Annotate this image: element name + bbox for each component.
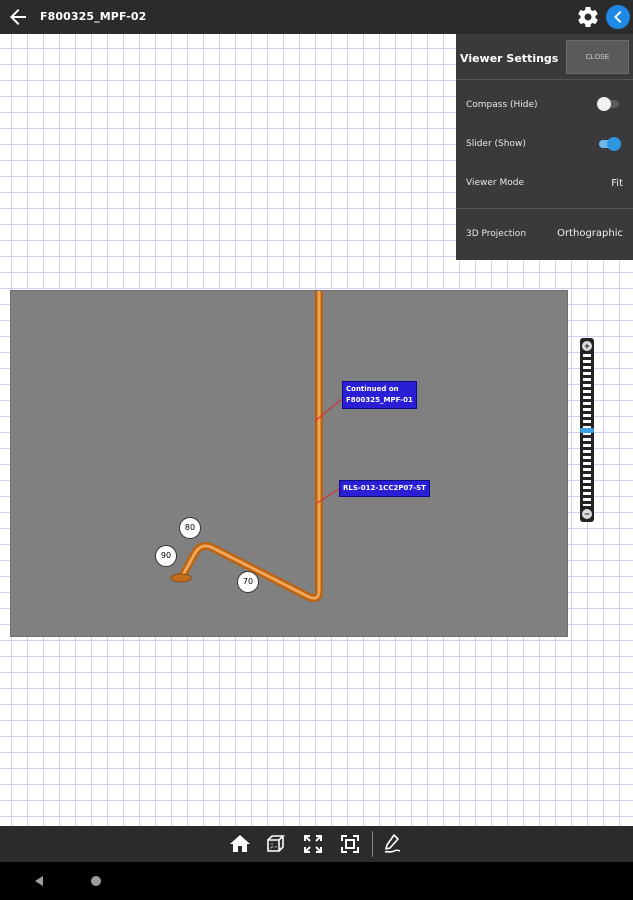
cube-view-icon[interactable] bbox=[264, 832, 288, 856]
viewer-mode-value[interactable]: Fit bbox=[611, 178, 623, 189]
viewer-settings-panel: Viewer Settings CLOSE Compass (Hide) Sli… bbox=[456, 34, 633, 260]
bottom-toolbar bbox=[0, 826, 633, 862]
zoom-in-button[interactable]: + bbox=[582, 341, 592, 351]
compass-label: Compass (Hide) bbox=[466, 100, 538, 110]
pipe-run bbox=[179, 291, 323, 603]
pen-markup-icon[interactable] bbox=[380, 832, 404, 856]
arrow-left-icon[interactable] bbox=[6, 5, 30, 29]
compass-toggle[interactable] bbox=[597, 97, 621, 111]
home-icon[interactable] bbox=[228, 832, 252, 856]
weld-marker[interactable]: 70 bbox=[237, 571, 259, 593]
fit-screen-icon[interactable] bbox=[301, 832, 325, 856]
divider bbox=[456, 79, 633, 80]
zoom-thumb[interactable] bbox=[580, 427, 594, 433]
nav-back-icon[interactable] bbox=[33, 875, 45, 887]
top-app-bar: F800325_MPF-02 bbox=[0, 0, 633, 34]
continuation-tag[interactable]: Continued on F800325_MPF-01 bbox=[342, 381, 417, 409]
slider-toggle[interactable] bbox=[597, 137, 621, 151]
page-title: F800325_MPF-02 bbox=[40, 10, 147, 23]
toolbar-divider bbox=[372, 831, 373, 857]
chevron-left-icon bbox=[614, 11, 622, 23]
pipe-model bbox=[170, 291, 343, 603]
settings-title: Viewer Settings bbox=[460, 52, 559, 65]
close-button[interactable]: CLOSE bbox=[566, 40, 629, 74]
zoom-slider[interactable]: + − bbox=[570, 338, 604, 522]
system-nav-bar bbox=[0, 862, 633, 900]
divider bbox=[456, 208, 633, 209]
viewer-mode-label: Viewer Mode bbox=[466, 178, 524, 188]
zoom-out-button[interactable]: − bbox=[582, 509, 592, 519]
line-number-tag[interactable]: RLS-012-1CC2P07-ST bbox=[339, 480, 430, 497]
gear-icon[interactable] bbox=[576, 5, 600, 29]
focus-selection-icon[interactable] bbox=[338, 832, 362, 856]
projection-value[interactable]: Orthographic bbox=[557, 228, 623, 239]
nav-home-icon[interactable] bbox=[90, 875, 102, 887]
weld-marker[interactable]: 80 bbox=[179, 517, 201, 539]
collapse-panel-button[interactable] bbox=[606, 5, 630, 29]
weld-marker[interactable]: 90 bbox=[155, 545, 177, 567]
pipe-flange bbox=[170, 573, 192, 583]
slider-label: Slider (Show) bbox=[466, 139, 526, 149]
projection-label: 3D Projection bbox=[466, 229, 527, 239]
model-viewport[interactable]: Continued on F800325_MPF-01 RLS-012-1CC2… bbox=[10, 290, 568, 637]
